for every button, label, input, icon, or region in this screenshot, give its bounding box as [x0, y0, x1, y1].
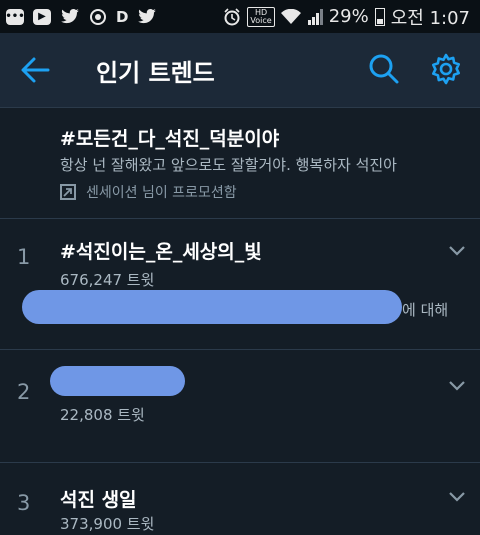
trend-rank: 2	[17, 380, 31, 404]
page-title: 인기 트렌드	[96, 59, 215, 87]
trend-rank: 1	[17, 245, 31, 269]
wifi-icon	[280, 7, 301, 27]
tweet-count: 22,808 트윗	[60, 406, 145, 424]
chevron-down-icon[interactable]	[448, 245, 466, 257]
alarm-icon	[223, 7, 241, 27]
message-icon: •••	[5, 8, 25, 25]
app-bar: 인기 트렌드	[0, 33, 480, 108]
promoted-trend-name: #모든건_다_석진_덕분이야	[60, 128, 280, 150]
trend-row-3[interactable]: 3 석진 생일 373,900 트윗	[0, 463, 480, 535]
signal-icon	[307, 7, 323, 27]
gear-icon[interactable]	[430, 53, 462, 85]
redaction-mark	[50, 366, 185, 396]
chevron-down-icon[interactable]	[448, 491, 466, 503]
trend-row-2[interactable]: 2 22,808 트윗	[0, 350, 480, 463]
battery-percent: 29%	[328, 6, 369, 27]
hd-voice-icon: HD Voice	[247, 6, 275, 27]
promoted-trend-description: 항상 넌 잘해왔고 앞으로도 잘할거야. 행복하자 석진아	[60, 156, 397, 174]
trends-list: #모든건_다_석진_덕분이야 항상 넌 잘해왔고 앞으로도 잘할거야. 행복하자…	[0, 108, 480, 535]
promoted-by-label: 센세이션 님이 프로모션함	[86, 185, 237, 201]
d-icon: D	[116, 7, 129, 26]
sync-icon	[89, 7, 107, 27]
arrow-left-icon[interactable]	[20, 56, 50, 84]
tweet-count: 373,900 트윗	[60, 515, 155, 533]
trend-name: #석진이는_온_세상의_빛	[60, 241, 262, 263]
promoted-by: 센세이션 님이 프로모션함	[60, 182, 237, 202]
trend-rank: 3	[17, 491, 31, 515]
tweet-count: 676,247 트윗	[60, 271, 155, 289]
search-icon[interactable]	[368, 53, 400, 85]
trend-context-tail: 에 대해	[402, 301, 449, 319]
trend-name: 석진 생일	[60, 489, 137, 511]
twitter-icon	[137, 7, 157, 27]
voice-label: Voice	[250, 15, 272, 25]
clock: 오전 1:07	[390, 7, 470, 29]
battery-icon	[374, 7, 385, 26]
trend-row-1[interactable]: 1 #석진이는_온_세상의_빛 676,247 트윗 에 대해	[0, 219, 480, 350]
twitter-icon	[60, 7, 80, 27]
play-icon: ▶	[33, 8, 51, 25]
promoted-icon	[60, 184, 76, 200]
chevron-down-icon[interactable]	[448, 380, 466, 392]
redaction-mark	[22, 290, 402, 324]
status-bar: ••• ▶ D HD Voice 29% 오전 1:07	[0, 0, 480, 33]
promoted-trend[interactable]: #모든건_다_석진_덕분이야 항상 넌 잘해왔고 앞으로도 잘할거야. 행복하자…	[0, 108, 480, 219]
